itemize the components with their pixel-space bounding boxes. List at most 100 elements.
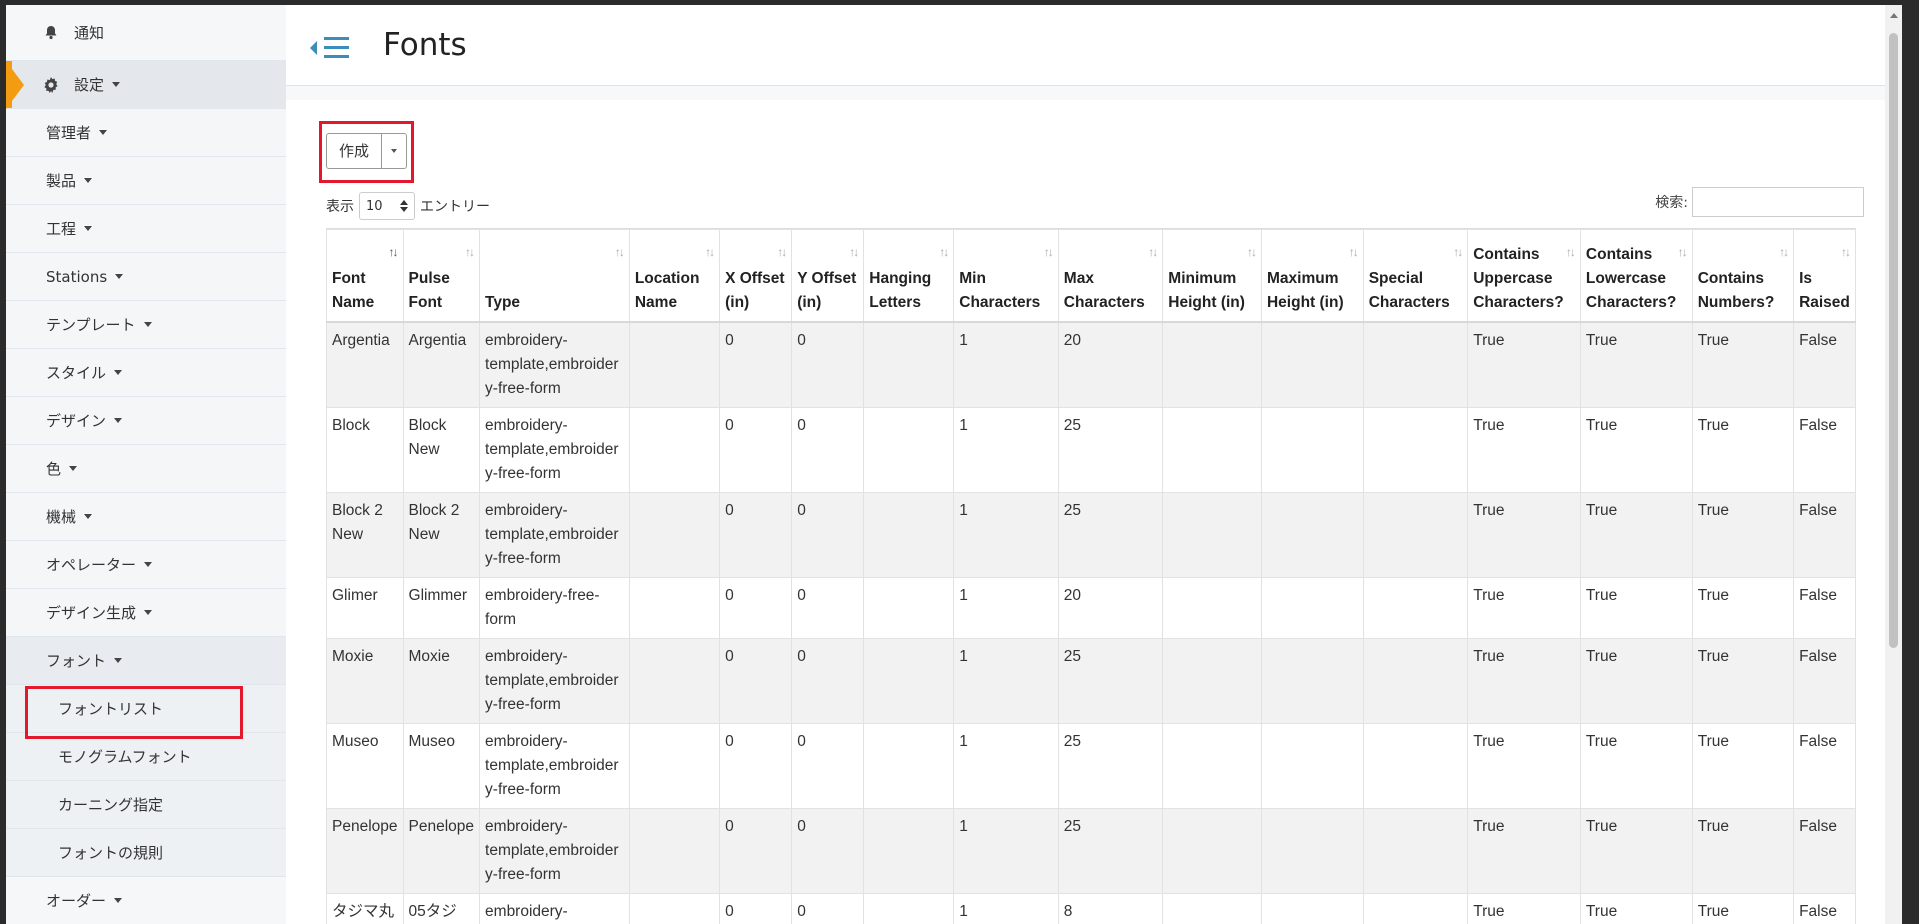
table-row[interactable]: Penelope Penelope embroidery-template,embr… (326, 807, 1856, 894)
table-cell: 0 (719, 321, 793, 408)
sidebar-item-monogram-fonts[interactable]: モノグラムフォント (6, 733, 286, 781)
sidebar-item-settings[interactable]: 設定 (6, 61, 286, 109)
table-row[interactable]: Block 2 New Block 2 New embroidery-templat… (326, 491, 1856, 578)
table-cell (863, 576, 955, 639)
search-label: 検索: (1655, 195, 1688, 211)
sidebar-item-notifications[interactable]: 通知 (6, 5, 286, 61)
sidebar-toggle-button[interactable] (310, 35, 354, 61)
table-cell: Moxie (326, 637, 404, 724)
sidebar-item-orders[interactable]: オーダー (6, 877, 286, 924)
column-header[interactable]: ↑↓ Minimum Height (in) (1162, 229, 1262, 323)
caret-down-icon (114, 658, 123, 663)
sort-icon: ↑↓ (1779, 245, 1789, 259)
table-cell: True (1467, 637, 1581, 724)
table-cell: False (1793, 576, 1856, 639)
sidebar-item-kerning[interactable]: カーニング指定 (6, 781, 286, 829)
sidebar-item-templates[interactable]: テンプレート (6, 301, 286, 349)
column-header[interactable]: ↑↓ Y Offset (in) (791, 229, 865, 323)
column-header[interactable]: ↑↓ Maximum Height (in) (1260, 229, 1364, 323)
column-header[interactable]: ↑↓ Hanging Letters (863, 229, 955, 323)
sidebar-item-admin[interactable]: 管理者 (6, 109, 286, 157)
table-row[interactable]: Block Block New embroidery-template,embroi… (326, 406, 1856, 493)
table-cell: タジマ丸 (326, 892, 404, 924)
table-cell: 0 (719, 406, 793, 493)
page-length-select[interactable]: 10 (359, 192, 415, 220)
column-header[interactable]: ↑↓ Is Raised (1793, 229, 1856, 323)
sidebar-item-stations[interactable]: Stations (6, 253, 286, 301)
active-arrow-icon (6, 61, 24, 109)
sidebar-item-styles[interactable]: スタイル (6, 349, 286, 397)
sidebar-item-operators[interactable]: オペレーター (6, 541, 286, 589)
sidebar-item-colors[interactable]: 色 (6, 445, 286, 493)
caret-down-icon (84, 514, 93, 519)
caret-down-icon (144, 610, 153, 615)
table-cell: 0 (791, 576, 865, 639)
sort-icon: ↑↓ (705, 245, 715, 259)
caret-down-icon (114, 418, 123, 423)
table-cell: 1 (953, 892, 1059, 924)
column-header[interactable]: ↑↓ Pulse Font (402, 229, 481, 323)
table-row[interactable]: Glimer Glimmer embroidery-free-form 0 0 1 20 Tr… (326, 576, 1856, 639)
page-scrollbar[interactable] (1885, 5, 1902, 924)
sidebar-item-designs[interactable]: デザイン (6, 397, 286, 445)
table-cell (1362, 637, 1469, 724)
table-row[interactable]: Museo Museo embroidery-template,embroidery… (326, 722, 1856, 809)
sidebar-item-font-list[interactable]: フォントリスト (6, 685, 286, 733)
scroll-up-icon[interactable] (1890, 13, 1898, 18)
table-cell: 1 (953, 576, 1059, 639)
table-row[interactable]: Moxie Moxie embroidery-template,embroidery… (326, 637, 1856, 724)
column-header[interactable]: ↑↓ Font Name (326, 229, 404, 323)
sidebar-item-machines[interactable]: 機械 (6, 493, 286, 541)
table-cell: 1 (953, 637, 1059, 724)
column-header[interactable]: ↑↓ Max Characters (1057, 229, 1164, 323)
table-cell: 25 (1057, 722, 1164, 809)
sort-icon: ↑↓ (465, 245, 475, 259)
sidebar-item-products[interactable]: 製品 (6, 157, 286, 205)
table-cell: True (1579, 637, 1693, 724)
sidebar-item-design-generation[interactable]: デザイン生成 (6, 589, 286, 637)
column-header[interactable]: ↑↓ Location Name (628, 229, 721, 323)
column-header[interactable]: ↑↓ X Offset (in) (719, 229, 793, 323)
table-cell (1260, 722, 1364, 809)
table-cell: Glimer (326, 576, 404, 639)
table-cell (1162, 491, 1262, 578)
table-cell: True (1691, 722, 1795, 809)
table-cell: True (1467, 491, 1581, 578)
table-cell: Argentia (402, 321, 481, 408)
column-header-label: Hanging Letters (869, 269, 932, 311)
table-cell: 1 (953, 321, 1059, 408)
sidebar-item-label: 通知 (74, 24, 105, 42)
table-cell: 0 (719, 892, 793, 924)
sidebar-item-fonts[interactable]: フォント (6, 637, 286, 685)
show-label: 表示 (326, 199, 354, 215)
table-cell: Block New (402, 406, 481, 493)
column-header[interactable]: ↑↓ Contains Lowercase Characters? (1579, 229, 1693, 323)
gear-icon (42, 76, 60, 94)
column-header[interactable]: ↑↓ Contains Uppercase Characters? (1467, 229, 1581, 323)
table-cell (863, 892, 955, 924)
table-cell (1162, 637, 1262, 724)
column-header[interactable]: ↑↓ Type (479, 229, 630, 323)
column-header[interactable]: ↑↓ Special Characters (1362, 229, 1469, 323)
scrollbar-thumb[interactable] (1889, 33, 1898, 648)
caret-down-icon (84, 178, 93, 183)
create-button[interactable]: 作成 (326, 133, 383, 169)
column-header[interactable]: ↑↓ Contains Numbers? (1691, 229, 1795, 323)
create-dropdown-toggle[interactable] (382, 133, 408, 169)
table-row[interactable]: タジマ丸 05タジ embroidery- 0 0 1 8 True True True False (326, 892, 1856, 924)
table-row[interactable]: Argentia Argentia embroidery-template,embr… (326, 321, 1856, 408)
table-cell (1362, 722, 1469, 809)
sidebar-item-font-rules[interactable]: フォントの規則 (6, 829, 286, 877)
caret-down-icon (144, 562, 153, 567)
sidebar-item-processes[interactable]: 工程 (6, 205, 286, 253)
column-header[interactable]: ↑↓ Min Characters (953, 229, 1059, 323)
column-header-label: Y Offset (in) (797, 269, 857, 311)
table-cell (628, 576, 721, 639)
table-cell: False (1793, 406, 1856, 493)
table-cell: True (1467, 722, 1581, 809)
search-input[interactable] (1692, 187, 1864, 217)
table-cell (628, 406, 721, 493)
table-cell: 25 (1057, 491, 1164, 578)
caret-down-icon (115, 274, 124, 279)
table-cell: Museo (402, 722, 481, 809)
